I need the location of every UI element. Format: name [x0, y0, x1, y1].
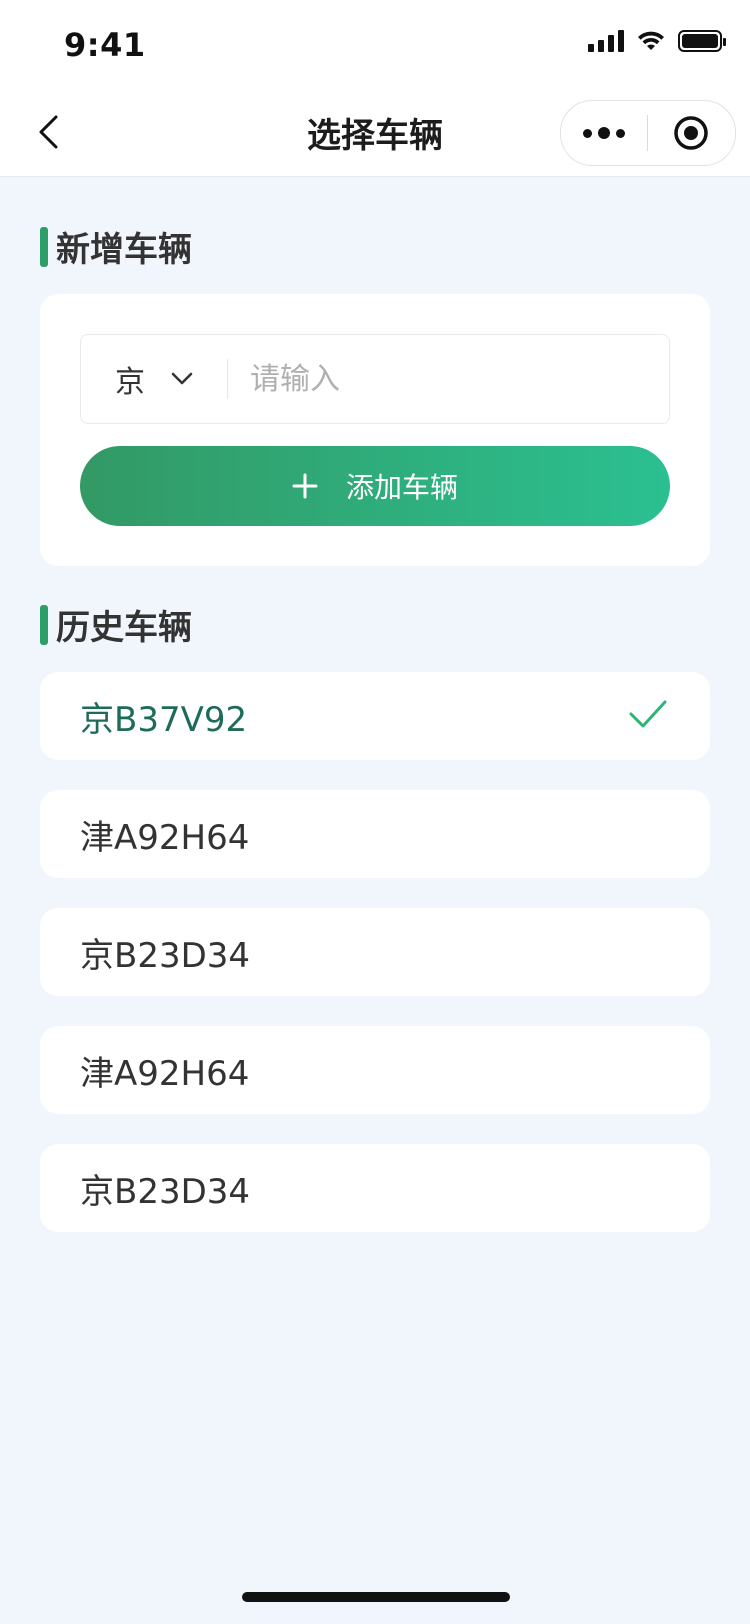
nav-bar: 选择车辆: [0, 88, 750, 177]
plate-number-input[interactable]: [228, 334, 669, 424]
history-item[interactable]: 京B23D34: [40, 1144, 710, 1232]
history-plate: 京B37V92: [80, 699, 248, 740]
history-item[interactable]: 津A92H64: [40, 790, 710, 878]
province-select[interactable]: 京: [81, 335, 227, 423]
wifi-icon: [638, 31, 664, 50]
more-dots-icon: [583, 128, 592, 138]
history-plate: 津A92H64: [80, 1053, 250, 1094]
history-section-title: 历史车辆: [56, 608, 192, 648]
history-vehicle-list: 京B37V92 津A92H64 京B23D34 津A92H64 京B23D34: [40, 672, 710, 1262]
more-button[interactable]: [561, 101, 647, 165]
status-time: 9:41: [64, 26, 146, 64]
cellular-signal-icon: [588, 30, 624, 52]
history-plate: 京B23D34: [80, 935, 251, 976]
history-item[interactable]: 京B23D34: [40, 908, 710, 996]
home-indicator: [242, 1592, 510, 1602]
plate-input-box: 京: [80, 334, 670, 424]
section-accent-bar: [40, 604, 48, 645]
status-bar: 9:41: [0, 0, 750, 88]
add-section-title: 新增车辆: [56, 230, 192, 270]
plus-icon: [292, 473, 318, 499]
check-icon: [629, 700, 667, 728]
chevron-down-icon: [171, 372, 193, 385]
add-vehicle-button[interactable]: 添加车辆: [80, 446, 670, 526]
history-item[interactable]: 津A92H64: [40, 1026, 710, 1114]
add-section-header: 新增车辆: [40, 222, 192, 271]
add-vehicle-card: 京 添加车辆: [40, 294, 710, 566]
close-mini-program-button[interactable]: [648, 101, 734, 165]
section-accent-bar: [40, 226, 48, 267]
mini-program-capsule: [560, 100, 736, 166]
status-icons: [588, 30, 726, 52]
add-vehicle-button-label: 添加车辆: [345, 471, 458, 504]
target-icon: [674, 116, 708, 150]
history-section-header: 历史车辆: [40, 600, 192, 649]
history-item-selected[interactable]: 京B37V92: [40, 672, 710, 760]
province-value: 京: [115, 365, 145, 400]
history-plate: 京B23D34: [80, 1171, 251, 1212]
battery-icon: [678, 30, 726, 52]
history-plate: 津A92H64: [80, 817, 250, 858]
